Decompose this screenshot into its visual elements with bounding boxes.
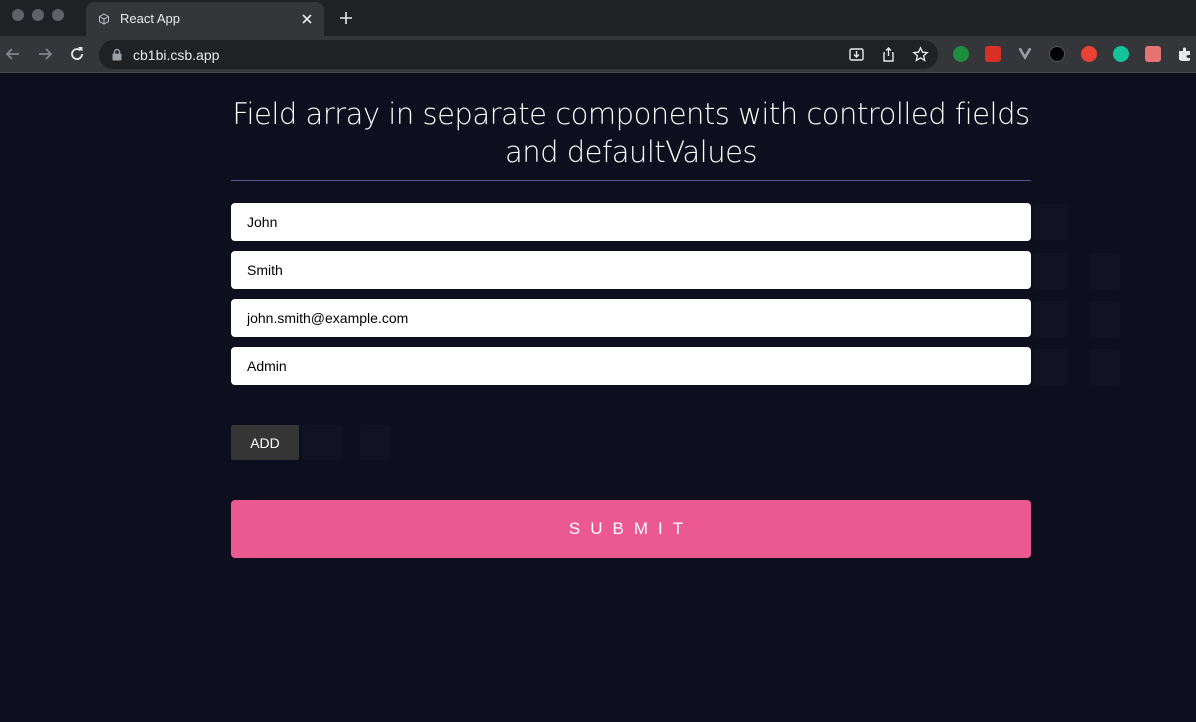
extension-icon[interactable] (1145, 46, 1161, 62)
page-title: Field array in separate components with … (232, 97, 1030, 169)
bookmark-star-icon[interactable] (912, 46, 929, 63)
page-content: Field array in separate components with … (0, 73, 1196, 722)
background-artifact (1090, 349, 1120, 385)
first-name-input[interactable] (231, 203, 1031, 241)
codesandbox-favicon-icon (99, 13, 109, 25)
close-icon[interactable] (300, 12, 314, 26)
background-artifact (1034, 301, 1068, 337)
last-name-input[interactable] (231, 251, 1031, 289)
background-artifact (302, 425, 342, 460)
title-divider (231, 180, 1031, 181)
forward-arrow-icon[interactable] (36, 45, 54, 63)
url-text: cb1bi.csb.app (133, 47, 220, 63)
role-input[interactable] (231, 347, 1031, 385)
extension-icon[interactable] (985, 46, 1001, 62)
install-app-icon[interactable] (848, 46, 865, 63)
background-artifact (1034, 253, 1068, 289)
window-close-dot[interactable] (12, 9, 24, 21)
browser-toolbar: cb1bi.csb.app (0, 36, 1196, 73)
browser-tab-bar: React App (0, 0, 1196, 36)
grammarly-icon[interactable] (1113, 46, 1129, 62)
tab-title: React App (120, 11, 180, 26)
puzzle-extensions-icon[interactable] (1177, 46, 1193, 62)
window-zoom-dot[interactable] (52, 9, 64, 21)
email-input[interactable] (231, 299, 1031, 337)
angular-extension-icon[interactable] (1049, 46, 1065, 62)
reload-icon[interactable] (68, 45, 86, 63)
background-artifact (1090, 253, 1120, 289)
share-icon[interactable] (880, 46, 897, 63)
background-artifact (1034, 204, 1068, 240)
window-minimize-dot[interactable] (32, 9, 44, 21)
background-artifact (1090, 301, 1120, 337)
extension-icon[interactable] (1081, 46, 1097, 62)
background-artifact (1034, 349, 1068, 385)
background-artifact (360, 425, 390, 460)
evernote-extension-icon[interactable] (953, 46, 969, 62)
vue-devtools-icon[interactable] (1017, 46, 1033, 62)
browser-tab[interactable]: React App (86, 2, 324, 36)
back-arrow-icon[interactable] (4, 45, 22, 63)
submit-button[interactable]: submit (231, 500, 1031, 558)
lock-icon[interactable] (111, 48, 123, 61)
add-button[interactable]: ADD (231, 425, 299, 460)
address-bar[interactable]: cb1bi.csb.app (99, 40, 938, 69)
new-tab-icon[interactable] (338, 10, 354, 26)
